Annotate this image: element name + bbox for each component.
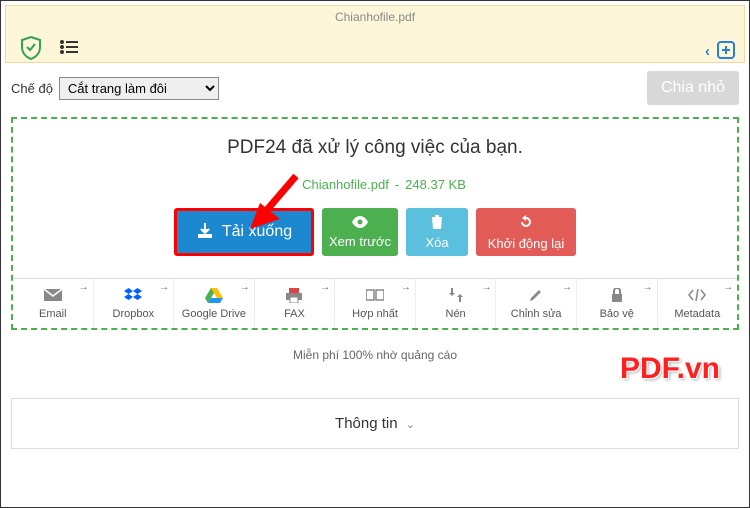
action-dropbox[interactable]: → Dropbox: [94, 279, 175, 328]
mode-select[interactable]: Cắt trang làm đôi: [59, 77, 219, 100]
lock-icon: [611, 287, 623, 303]
gdrive-icon: [205, 287, 223, 303]
arrow-icon: →: [481, 282, 491, 293]
action-fax[interactable]: → FAX: [255, 279, 336, 328]
result-title: PDF24 đã xử lý công việc của bạn.: [13, 137, 737, 159]
ad-text: Miễn phí 100% nhờ quảng cáo: [1, 348, 749, 362]
action-email[interactable]: → Email: [13, 279, 94, 328]
header-filename: Chianhofile.pdf: [6, 6, 744, 24]
info-toggle[interactable]: Thông tin ⌄: [11, 398, 739, 449]
trash-icon: [430, 214, 444, 233]
dropbox-icon: [124, 287, 142, 303]
result-filename[interactable]: Chianhofile.pdf: [302, 177, 389, 192]
arrow-icon: →: [401, 282, 411, 293]
code-icon: [688, 287, 706, 303]
arrow-icon: →: [159, 282, 169, 293]
action-row: → Email → Dropbox → Google Drive → FAX →…: [13, 278, 737, 328]
result-filesize: 248.37 KB: [405, 177, 466, 192]
restart-icon: [518, 214, 534, 234]
download-button[interactable]: Tải xuống: [174, 208, 314, 256]
fax-icon: [286, 287, 302, 303]
arrow-icon: →: [562, 282, 572, 293]
arrow-icon: →: [79, 282, 89, 293]
result-panel: PDF24 đã xử lý công việc của bạn. Chianh…: [11, 117, 739, 330]
header-bar: Chianhofile.pdf ‹: [5, 5, 745, 63]
preview-button[interactable]: Xem trước: [322, 208, 398, 256]
chevron-down-icon: ⌄: [406, 419, 415, 431]
eye-icon: [351, 215, 369, 232]
mode-row: Chế độ Cắt trang làm đôi Chia nhỏ: [1, 63, 749, 113]
arrow-icon: →: [320, 282, 330, 293]
action-merge[interactable]: → Hợp nhất: [335, 279, 416, 328]
chevron-left-icon[interactable]: ‹: [705, 43, 710, 60]
mode-label: Chế độ: [11, 81, 53, 96]
action-edit[interactable]: → Chỉnh sửa: [496, 279, 577, 328]
add-page-icon[interactable]: [716, 40, 736, 63]
file-line: Chianhofile.pdf - 248.37 KB: [13, 177, 737, 192]
split-button[interactable]: Chia nhỏ: [647, 71, 739, 105]
compress-icon: [449, 287, 463, 303]
delete-button[interactable]: Xóa: [406, 208, 468, 256]
action-protect[interactable]: → Bảo vệ: [577, 279, 658, 328]
action-metadata[interactable]: → Metadata: [658, 279, 738, 328]
button-row: Tải xuống Xem trước Xóa Khởi động lại: [13, 208, 737, 256]
pencil-icon[interactable]: [284, 177, 296, 192]
restart-button[interactable]: Khởi động lại: [476, 208, 576, 256]
arrow-icon: →: [240, 282, 250, 293]
action-compress[interactable]: → Nén: [416, 279, 497, 328]
merge-icon: [366, 287, 384, 303]
edit-icon: [529, 287, 543, 303]
email-icon: [44, 287, 62, 303]
arrow-icon: →: [643, 282, 653, 293]
action-gdrive[interactable]: → Google Drive: [174, 279, 255, 328]
list-icon[interactable]: [60, 40, 78, 57]
shield-icon[interactable]: [20, 36, 42, 63]
arrow-icon: →: [723, 282, 733, 293]
download-icon: [196, 221, 214, 244]
